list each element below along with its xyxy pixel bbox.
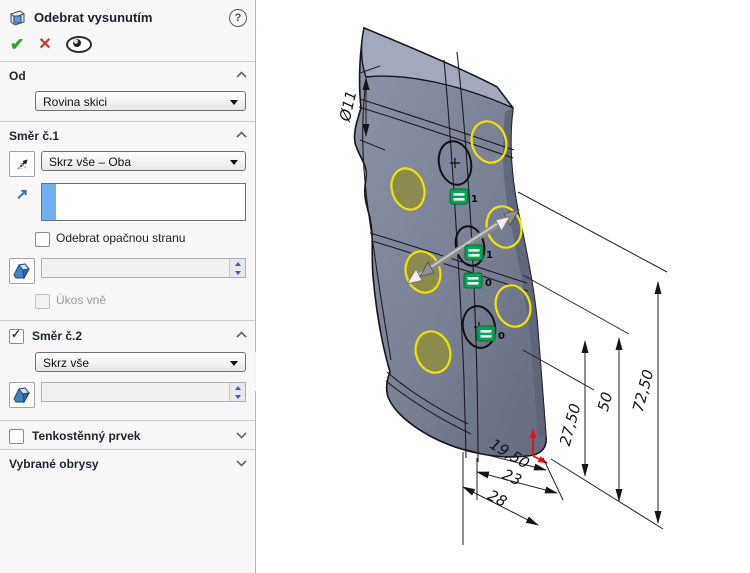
draft-angle-value-1 xyxy=(42,259,229,277)
flip-side-to-cut-checkbox[interactable] xyxy=(35,232,50,247)
draft-icon xyxy=(13,263,30,280)
spin-up-icon[interactable] xyxy=(230,383,245,392)
ok-button[interactable]: ✔ xyxy=(10,36,24,53)
preview-eye-button[interactable] xyxy=(65,36,92,53)
from-section-label: Od xyxy=(9,69,26,83)
direction1-section-label: Směr č.1 xyxy=(9,129,60,143)
svg-text:1: 1 xyxy=(471,194,478,205)
draft-angle-spinner-1[interactable] xyxy=(41,258,246,278)
spin-up-icon[interactable] xyxy=(230,259,245,268)
cut-extrude-feature-icon xyxy=(9,10,26,26)
draft-outward-checkbox[interactable] xyxy=(35,294,50,309)
panel-header: Odebrat vysunutím ? xyxy=(0,0,255,31)
draft-icon xyxy=(13,387,30,404)
section-header-selected-contours: Vybrané obrysy xyxy=(0,450,255,476)
reverse-direction-icon xyxy=(16,159,27,170)
direction2-enable-checkbox[interactable] xyxy=(9,327,24,344)
section-header-direction2: Směr č.2 xyxy=(0,321,255,349)
combo-dropdown-icon xyxy=(230,361,238,366)
flip-side-to-cut-label: Odebrat opačnou stranu xyxy=(56,231,186,245)
help-icon[interactable]: ? xyxy=(229,8,247,27)
end-condition1-value: Skrz vše – Oba xyxy=(49,155,132,169)
section-header-thin-feature: Tenkostěnný prvek xyxy=(0,421,255,449)
selection-highlight xyxy=(42,184,56,220)
chevron-up-icon[interactable] xyxy=(236,71,247,81)
end-condition1-combobox[interactable]: Skrz vše – Oba xyxy=(41,151,246,171)
draft-outward-label: Úkos vně xyxy=(56,293,107,307)
combo-dropdown-icon xyxy=(230,160,238,165)
dimension-27-50[interactable]: 27,50 xyxy=(556,402,585,448)
solidworks-window: Odebrat vysunutím ? ✔ ✕ Od Rovina skici … xyxy=(0,0,750,573)
spin-down-icon[interactable] xyxy=(230,392,245,401)
property-manager-panel: Odebrat vysunutím ? ✔ ✕ Od Rovina skici … xyxy=(0,0,256,573)
spin-down-icon[interactable] xyxy=(230,268,245,277)
svg-text:0: 0 xyxy=(485,278,492,289)
direction1-selection-listbox[interactable] xyxy=(41,183,246,221)
direction2-section-label: Směr č.2 xyxy=(32,329,83,343)
draft-button-1[interactable] xyxy=(9,258,35,284)
dimension-72-50[interactable]: 72,50 xyxy=(629,368,658,414)
from-combobox[interactable]: Rovina skici xyxy=(35,91,246,111)
dimension-28[interactable]: 28 xyxy=(485,486,510,511)
panel-actions: ✔ ✕ xyxy=(0,31,255,61)
reverse-direction-button[interactable] xyxy=(9,151,35,177)
end-condition2-value: Skrz vše xyxy=(43,356,90,370)
draft-angle-spinner-2[interactable] xyxy=(41,382,246,402)
combo-dropdown-icon xyxy=(230,100,238,105)
section-header-from: Od xyxy=(0,62,255,88)
svg-text:0: 0 xyxy=(498,331,505,342)
dimension-50[interactable]: 50 xyxy=(594,390,616,413)
draft-button-2[interactable] xyxy=(9,382,35,408)
thin-feature-label: Tenkostěnný prvek xyxy=(32,429,141,443)
model-viewport[interactable]: 1 1 0 0 Ø11 72,50 50 27,50 19,50 23 28 xyxy=(256,0,750,573)
chevron-down-icon[interactable] xyxy=(236,459,247,469)
draft-angle-value-2 xyxy=(42,383,229,401)
grip-model[interactable] xyxy=(353,26,547,463)
from-combobox-value: Rovina skici xyxy=(43,95,108,109)
dimension-diameter[interactable]: Ø11 xyxy=(336,89,361,124)
selected-contours-label: Vybrané obrysy xyxy=(9,457,99,471)
chevron-down-icon[interactable] xyxy=(236,431,247,441)
graphics-area: 1 1 0 0 Ø11 72,50 50 27,50 19,50 23 28 xyxy=(256,0,750,573)
thin-feature-checkbox[interactable] xyxy=(9,429,24,444)
svg-text:1: 1 xyxy=(486,250,493,261)
chevron-up-icon[interactable] xyxy=(236,131,247,141)
cancel-button[interactable]: ✕ xyxy=(38,36,51,52)
section-header-direction1: Směr č.1 xyxy=(0,122,255,148)
end-condition2-combobox[interactable]: Skrz vše xyxy=(35,352,246,372)
direction-vector-icon: ↗ xyxy=(15,186,29,203)
panel-title: Odebrat vysunutím xyxy=(34,10,153,25)
chevron-up-icon[interactable] xyxy=(236,331,247,341)
